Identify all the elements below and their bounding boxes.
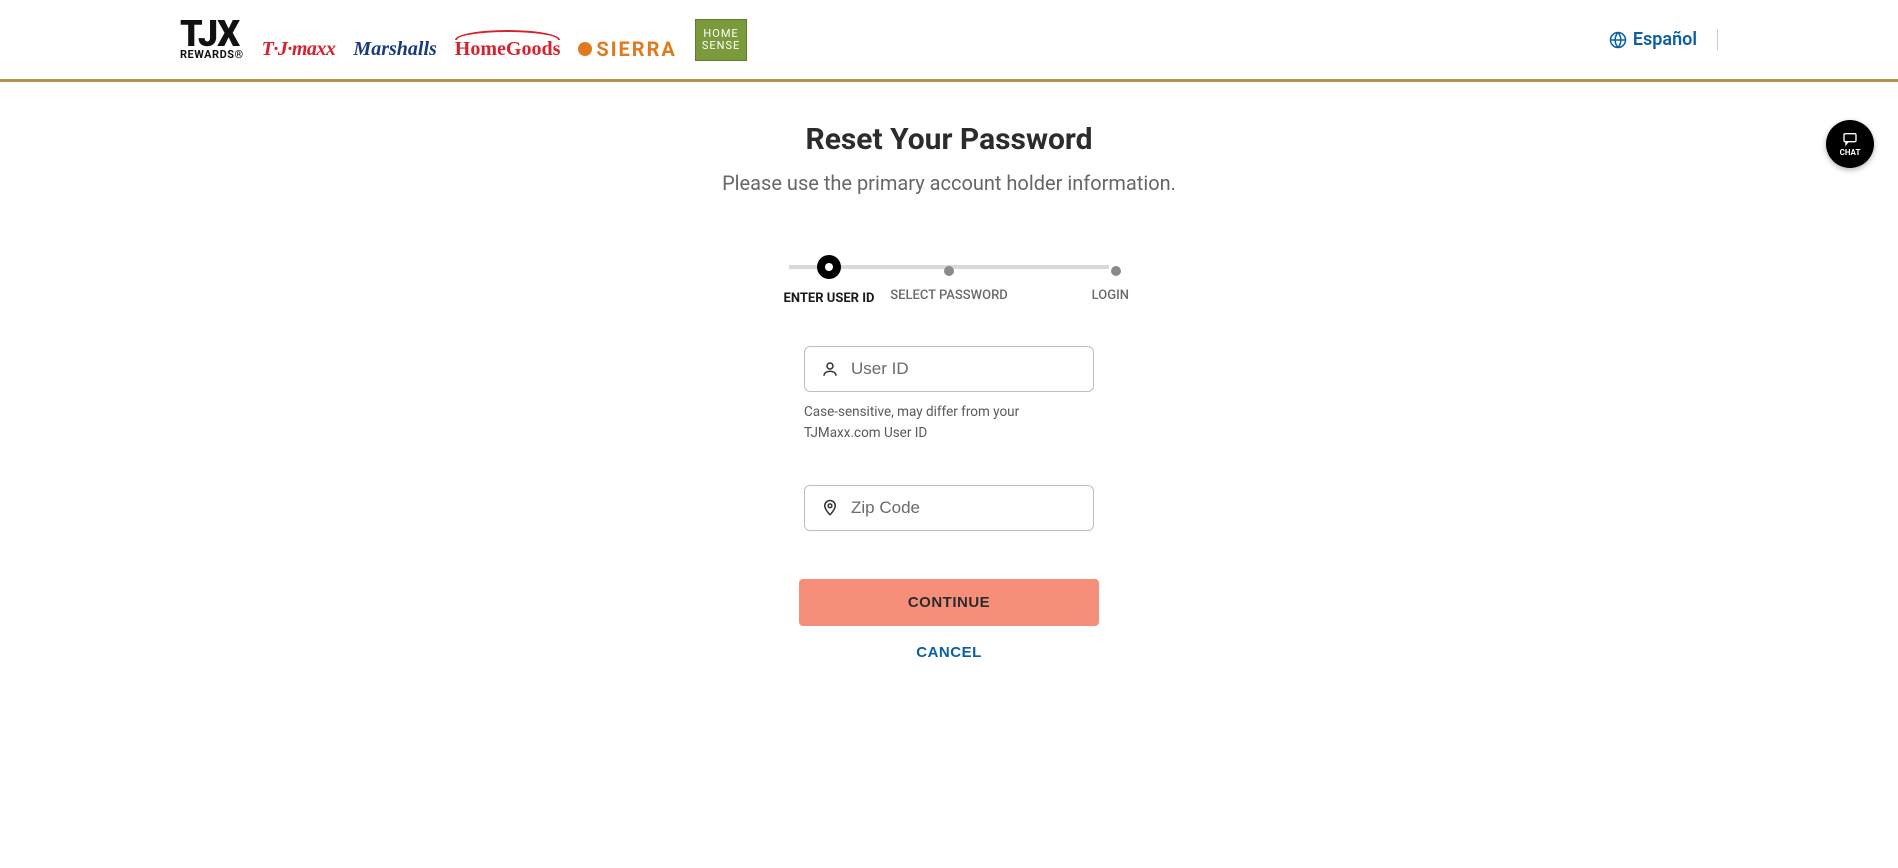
user-id-hint: Case-sensitive, may differ from your TJM… (804, 402, 1094, 443)
brand-homegoods[interactable]: HomeGoods (455, 38, 561, 61)
continue-button[interactable]: CONTINUE (799, 579, 1099, 626)
location-pin-icon (821, 499, 839, 517)
header: TJX REWARDS® T·J·maxx Marshalls HomeGood… (0, 0, 1898, 82)
cancel-button[interactable]: CANCEL (916, 644, 982, 661)
step-label: LOGIN (1092, 288, 1129, 303)
brand-row: TJX REWARDS® T·J·maxx Marshalls HomeGood… (180, 18, 747, 61)
chat-label: CHAT (1840, 148, 1861, 157)
brand-marshalls[interactable]: Marshalls (353, 38, 436, 61)
brand-sierra[interactable]: SIERRA (578, 37, 676, 61)
step-dot-icon (1111, 266, 1121, 276)
tjx-logo-main: TJX (180, 18, 239, 50)
globe-icon (1609, 31, 1627, 49)
brand-tjmaxx[interactable]: T·J·maxx (262, 38, 336, 61)
tjx-rewards-logo[interactable]: TJX REWARDS® (180, 18, 244, 61)
step-dot-icon (944, 266, 954, 276)
reset-form: Case-sensitive, may differ from your TJM… (804, 346, 1094, 531)
chat-button[interactable]: CHAT (1826, 120, 1874, 168)
main-content: Reset Your Password Please use the prima… (469, 82, 1429, 721)
progress-stepper: ENTER USER ID SELECT PASSWORD LOGIN (769, 255, 1129, 306)
brand-homesense[interactable]: HOMESENSE (695, 19, 747, 61)
step-dot-icon (817, 255, 841, 279)
step-label: ENTER USER ID (784, 291, 875, 306)
user-icon (821, 360, 839, 378)
language-label: Español (1633, 29, 1697, 50)
zip-code-input[interactable] (851, 498, 1077, 518)
step-enter-user-id: ENTER USER ID (769, 255, 889, 306)
language-switch[interactable]: Español (1609, 29, 1718, 50)
page-title: Reset Your Password (489, 122, 1409, 157)
chat-icon (1841, 131, 1859, 147)
user-id-field-wrap[interactable] (804, 346, 1094, 392)
tjx-logo-sub: REWARDS® (180, 48, 244, 61)
user-id-input[interactable] (851, 359, 1077, 379)
sun-icon (578, 42, 592, 56)
step-label: SELECT PASSWORD (890, 288, 1008, 303)
zip-field-wrap[interactable] (804, 485, 1094, 531)
step-login: LOGIN (1009, 259, 1129, 303)
page-subtitle: Please use the primary account holder in… (489, 171, 1409, 195)
step-select-password: SELECT PASSWORD (889, 259, 1009, 303)
